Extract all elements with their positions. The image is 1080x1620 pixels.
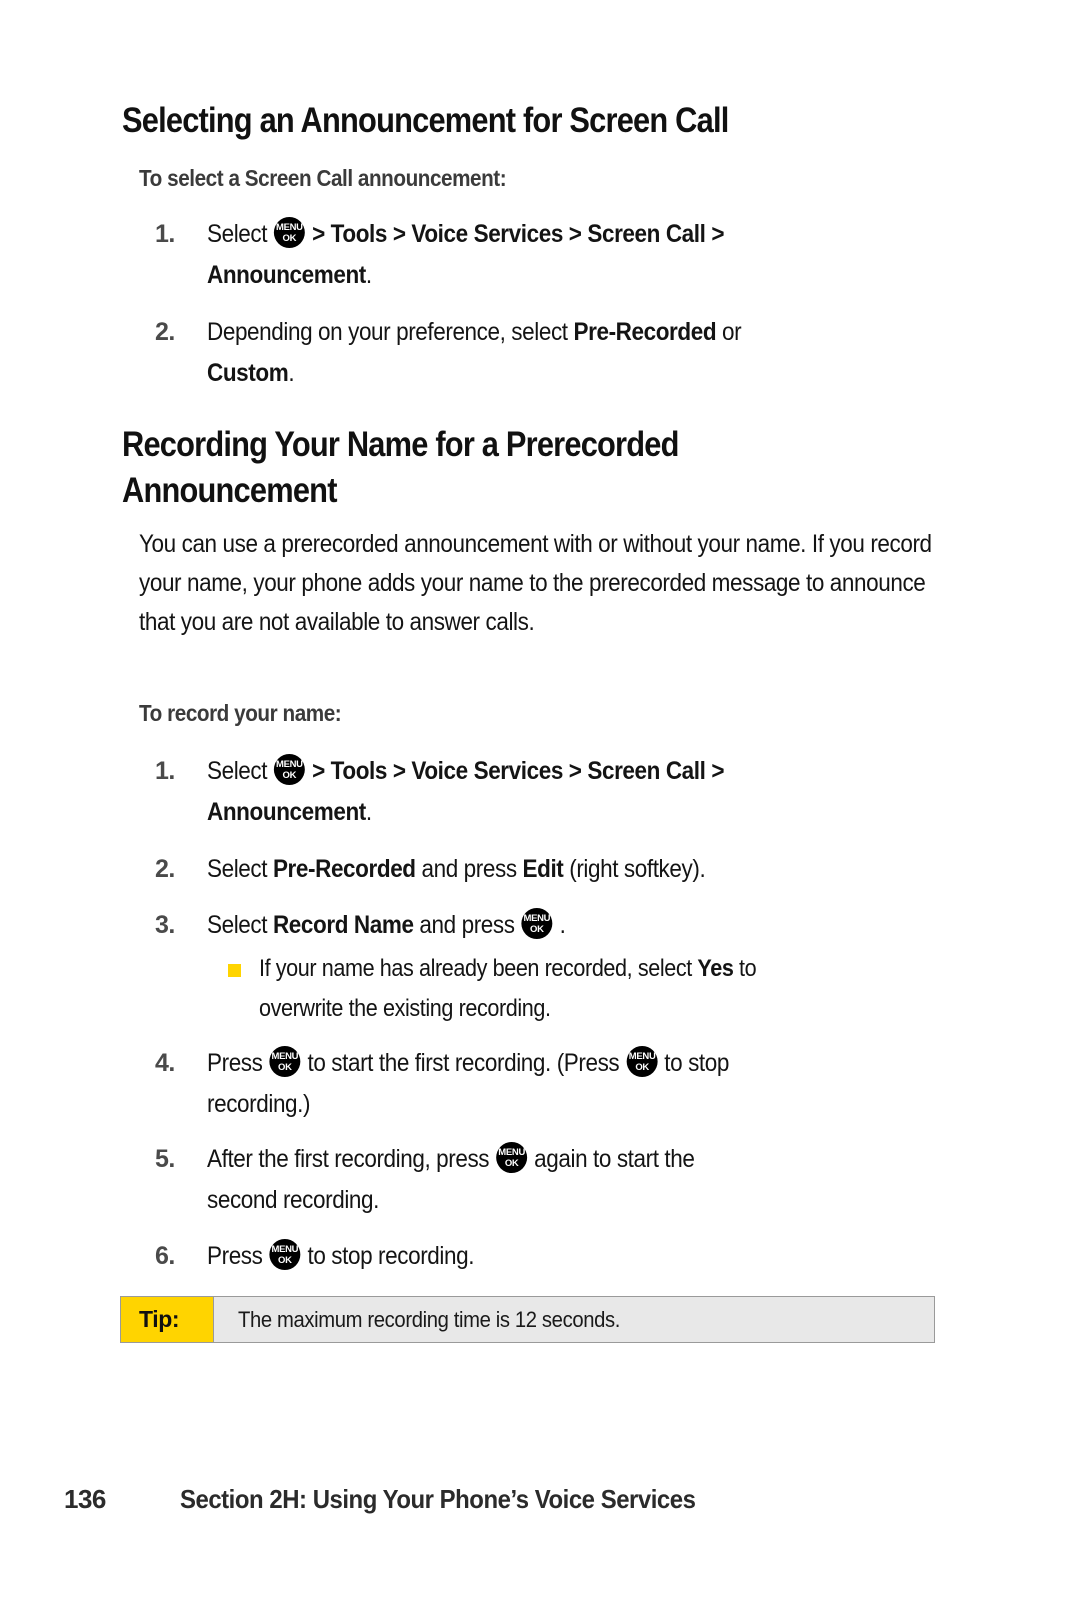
step-text-path: > Tools > Voice Services > Screen Call > [312,757,725,785]
option-custom: Custom [207,359,289,387]
menu-key-top-label: MENU [276,222,303,233]
step-text: Press MENU OK to start the first recordin… [207,1043,961,1125]
section-heading-recording-name-line2: Announcement [122,471,337,510]
page-number: 136 [64,1484,106,1514]
menu-key-top-label: MENU [628,1051,656,1062]
step-text: Select MENU OK > Tools > Voice Services >… [207,214,934,296]
step-text-t2: to start the first recording. (Press [301,1049,626,1077]
subheading-to-select-announcement: To select a Screen Call announcement: [139,165,507,191]
step-text: Depending on your preference, select Pre… [207,312,952,394]
menu-ok-key-icon[interactable]: MENU OK [274,217,306,248]
manual-page: Selecting an Announcement for Screen Cal… [0,0,1080,1620]
list-item: 2. Depending on your preference, select … [155,312,1035,394]
list-item: 4. Press MENU OK to start the first recor… [155,1043,1045,1125]
list-item: 2. Select Pre-Recorded and press Edit (r… [155,849,1035,890]
menu-key-top-label: MENU [271,1244,299,1255]
step-text-line2: recording.) [207,1090,311,1118]
step-number: 2. [155,318,175,346]
body-paragraph: You can use a prerecorded announcement w… [139,530,932,636]
step-text-t2: again to start the [528,1145,695,1173]
menu-key-bottom-label: OK [278,1062,292,1073]
section-heading-recording-name-line1: Recording Your Name for a Prerecorded [122,425,679,464]
step-text-line2-bold: Announcement [207,798,366,826]
tip-label: Tip: [121,1297,214,1342]
sub-bullet-t1: If your name has already been recorded, … [259,955,698,982]
tip-box: Tip: The maximum recording time is 12 se… [120,1296,935,1343]
menu-key-top-label: MENU [276,759,303,770]
step-text: Select MENU OK > Tools > Voice Services >… [207,751,934,833]
menu-ok-key-icon[interactable]: MENU OK [626,1046,658,1077]
step-text-t1: Press [207,1049,269,1077]
step-text-t1: Select [207,855,273,883]
step-number: 1. [155,220,175,248]
step-text-t3: to stop [658,1049,729,1077]
menu-ok-key-icon[interactable]: MENU OK [521,908,553,939]
step-number: 1. [155,757,175,785]
step-text-line2-bold: Announcement [207,261,366,289]
subheading-to-record-your-name: To record your name: [139,700,342,726]
step-text-t1: After the first recording, press [207,1145,496,1173]
step-text: Press MENU OK to stop recording. [207,1236,961,1277]
menu-ok-key-icon[interactable]: MENU OK [269,1046,301,1077]
step-text-t2: and press [413,911,521,939]
step-text: Select Pre-Recorded and press Edit (righ… [207,849,952,890]
step-text-mid: or [716,318,742,346]
menu-ok-key-icon[interactable]: MENU OK [274,754,306,785]
menu-ok-key-icon[interactable]: MENU OK [496,1142,528,1173]
step-text-before: Depending on your preference, select [207,318,574,346]
step-text-t2: and press [415,855,523,883]
list-item: If your name has already been recorded, … [228,949,1048,1029]
sub-bullet-text: If your name has already been recorded, … [259,949,969,1029]
step-number: 3. [155,911,175,939]
step-text-t1: Press [207,1242,269,1270]
list-item: 6. Press MENU OK to stop recording. [155,1236,1045,1277]
step-text-line2-tail: . [365,261,372,289]
step-text-t2: to stop recording. [301,1242,475,1270]
step-text-t1: Select [207,911,273,939]
square-bullet-icon [228,964,241,977]
step-text-pre: Select [207,757,273,785]
menu-key-bottom-label: OK [530,924,544,935]
menu-key-top-label: MENU [523,913,551,924]
step-number: 5. [155,1145,175,1173]
step-text-t3: . [559,911,566,939]
list-item: 3. Select Record Name and press MENU OK . [155,905,1035,946]
menu-key-bottom-label: OK [282,233,297,244]
tip-text: The maximum recording time is 12 seconds… [238,1306,621,1332]
footer-section-title: Section 2H: Using Your Phone’s Voice Ser… [180,1484,696,1514]
sub-bullet-t2: to [733,955,757,982]
step-text-line2-tail: . [365,798,372,826]
sub-bullet-line2: overwrite the existing recording. [259,995,551,1022]
menu-key-bottom-label: OK [282,770,297,781]
step-number: 4. [155,1049,175,1077]
step-text-t3: (right softkey). [563,855,706,883]
step-number: 6. [155,1242,175,1270]
list-item: 1. Select MENU OK > Tools > Voice Service… [155,214,1015,296]
softkey-edit: Edit [522,855,564,883]
menu-key-bottom-label: OK [634,1062,649,1073]
menu-ok-key-icon[interactable]: MENU OK [269,1239,301,1270]
menu-key-top-label: MENU [498,1147,526,1158]
step-number: 2. [155,855,175,883]
step-text-path: > Tools > Voice Services > Screen Call > [312,220,725,248]
list-item: 1. Select MENU OK > Tools > Voice Service… [155,751,1015,833]
tip-text-container: The maximum recording time is 12 seconds… [214,1297,934,1342]
menu-key-bottom-label: OK [504,1158,519,1169]
option-pre-recorded: Pre-Recorded [573,318,717,346]
option-yes: Yes [697,955,734,982]
step-text-after: . [288,359,295,387]
menu-option-record-name: Record Name [272,911,414,939]
option-pre-recorded: Pre-Recorded [272,855,416,883]
step-text-line2: second recording. [207,1186,379,1214]
step-text-pre: Select [207,220,273,248]
step-text: After the first recording, press MENU OK … [207,1139,961,1221]
menu-key-bottom-label: OK [278,1255,292,1266]
section-heading-selecting-announcement: Selecting an Announcement for Screen Cal… [122,101,729,140]
step-text: Select Record Name and press MENU OK . [207,905,952,946]
menu-key-top-label: MENU [271,1051,299,1062]
list-item: 5. After the first recording, press MENU… [155,1139,1045,1221]
